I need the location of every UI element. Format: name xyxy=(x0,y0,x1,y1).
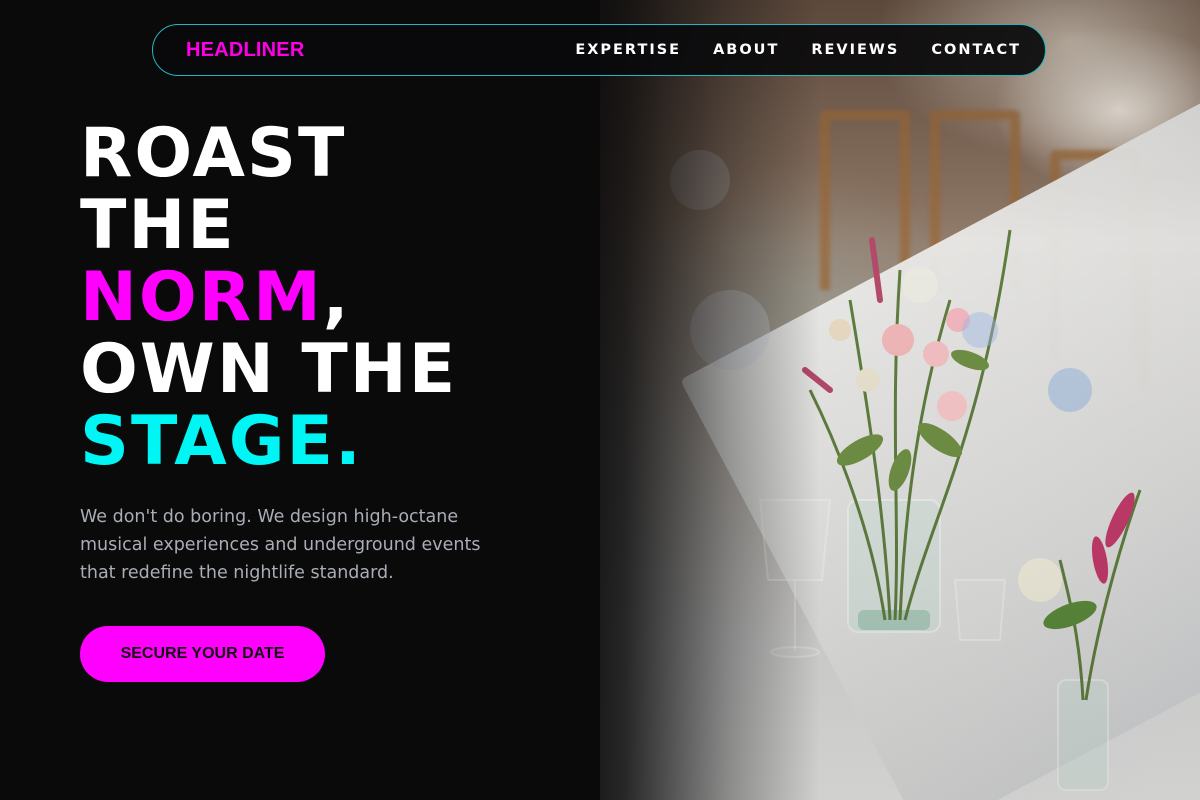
hero-heading: ROAST THE NORM, OWN THE STAGE. xyxy=(80,118,457,478)
hero-comma: , xyxy=(322,258,351,337)
hero-description: We don't do boring. We design high-octan… xyxy=(80,507,481,583)
top-navbar: HEADLINER EXPERTISE ABOUT REVIEWS CONTAC… xyxy=(152,24,1046,76)
hero-line-2: THE xyxy=(80,186,236,265)
nav-link-reviews[interactable]: REVIEWS xyxy=(811,42,899,58)
hero-line-5: STAGE. xyxy=(80,402,363,481)
hero-line-4: OWN THE xyxy=(80,330,458,409)
nav-menu: EXPERTISE ABOUT REVIEWS CONTACT xyxy=(575,42,1021,58)
secure-your-date-button[interactable]: SECURE YOUR DATE xyxy=(80,626,325,682)
hero-highlight-norm: NORM xyxy=(80,258,323,337)
hero-line-1: ROAST xyxy=(80,114,347,193)
nav-link-about[interactable]: ABOUT xyxy=(713,42,779,58)
photo-fade-overlay xyxy=(560,0,820,800)
nav-link-expertise[interactable]: EXPERTISE xyxy=(575,42,681,58)
hero-line-3: NORM, xyxy=(80,262,457,334)
brand-logo[interactable]: HEADLINER xyxy=(186,39,304,62)
nav-link-contact[interactable]: CONTACT xyxy=(931,42,1021,58)
